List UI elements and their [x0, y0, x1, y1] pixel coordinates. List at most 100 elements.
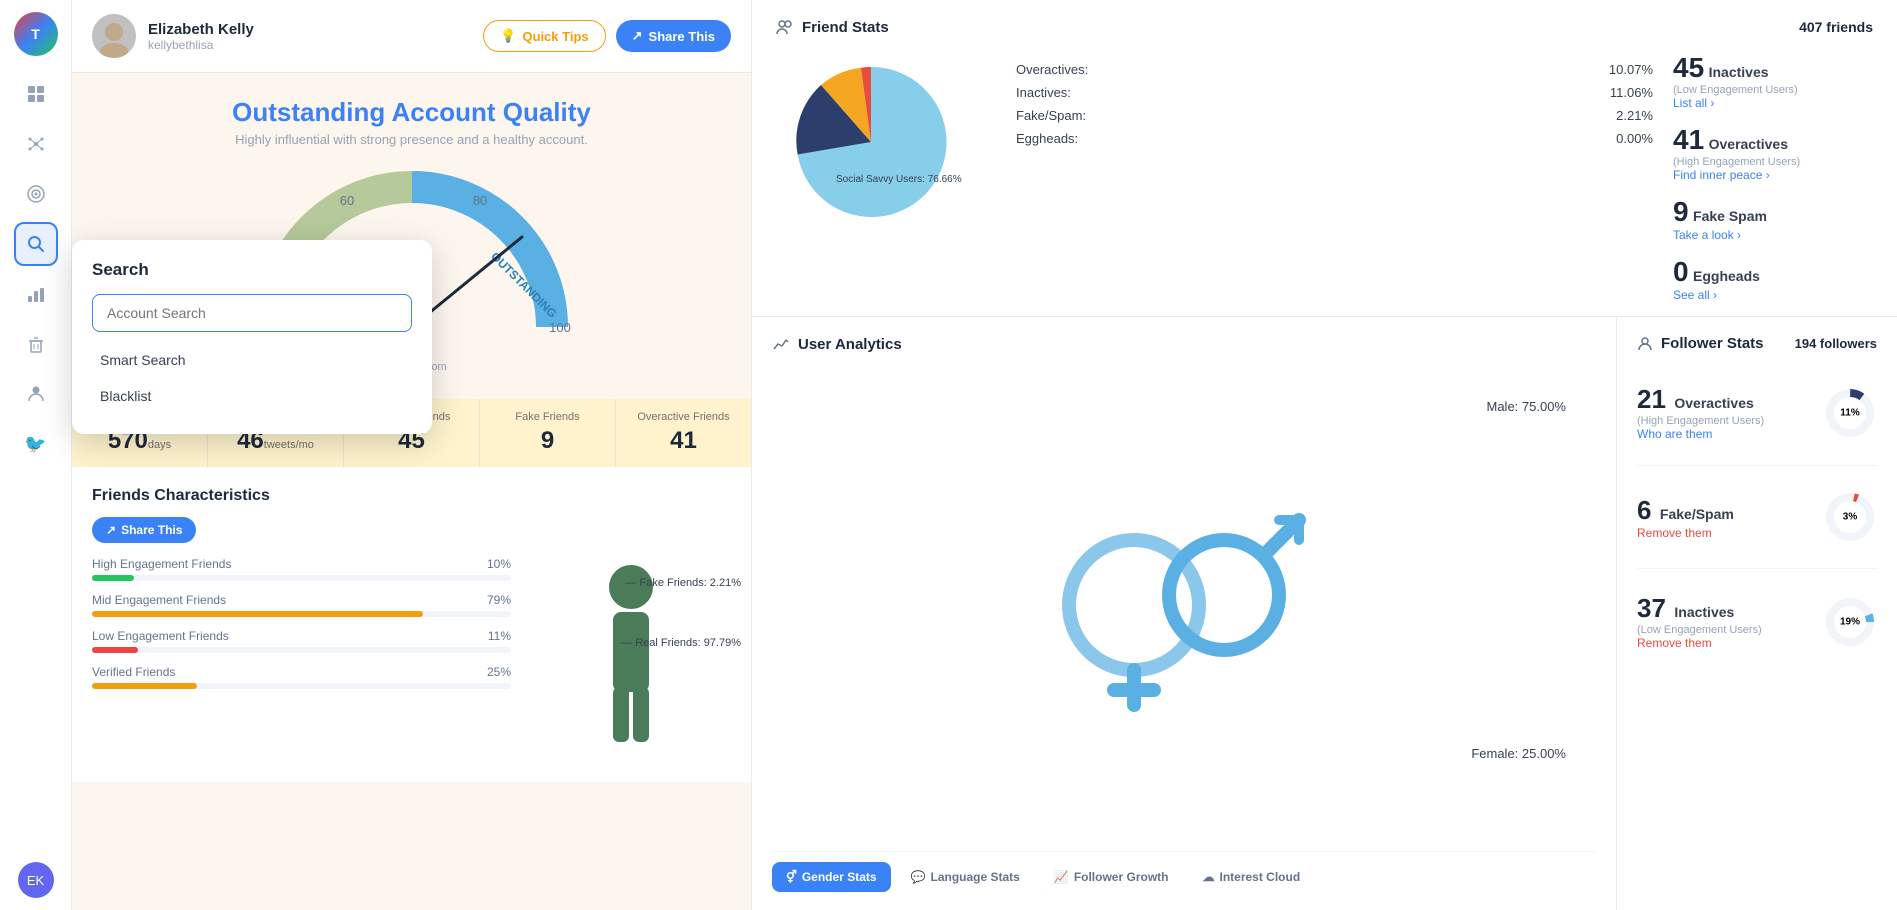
sidebar-item-trash[interactable]	[14, 322, 58, 366]
sidebar-item-search[interactable]	[14, 222, 58, 266]
female-pct-label: Female: 25.00%	[1471, 746, 1566, 761]
share-label-friends: Share This	[121, 523, 182, 537]
stat-card-inactives: 45 Inactives (Low Engagement Users) List…	[1673, 52, 1873, 110]
bar-fill-high	[92, 575, 134, 581]
sidebar-item-dashboard[interactable]	[14, 72, 58, 116]
user-avatar-sidebar[interactable]: EK	[18, 862, 54, 898]
search-option-smart[interactable]: Smart Search	[92, 342, 412, 378]
share-icon-friends: ↗	[106, 523, 116, 537]
bar-label-verified: Verified Friends	[92, 665, 175, 679]
analytics-icon	[772, 335, 790, 353]
quick-tips-button[interactable]: 💡 Quick Tips	[483, 20, 605, 52]
stat-sub-inactives: (Low Engagement Users)	[1673, 84, 1873, 96]
friends-title: Friends Characteristics	[92, 487, 731, 505]
user-info: Elizabeth Kelly kellybethlisa	[148, 21, 471, 52]
male-pct-label: Male: 75.00%	[1487, 399, 1567, 414]
annotation-real: — Real Friends: 97.79%	[621, 637, 741, 649]
analytics-tabs: ⚥ Gender Stats 💬 Language Stats 📈 Follow…	[772, 851, 1596, 892]
stat-link-eggheads[interactable]: See all ›	[1673, 288, 1873, 302]
search-option-blacklist[interactable]: Blacklist	[92, 378, 412, 414]
follower-info-overactives: 21 Overactives (High Engagement Users) W…	[1637, 384, 1823, 441]
follower-stats-section: Follower Stats 194 followers 21 Overacti…	[1617, 317, 1897, 910]
stat-card-overactives: 41 Overactives (High Engagement Users) F…	[1673, 124, 1873, 182]
follower-link-inactives[interactable]: Remove them	[1637, 636, 1823, 650]
quality-title: Outstanding Account Quality	[92, 97, 731, 128]
svg-text:80: 80	[472, 193, 486, 208]
follower-stats-header: Follower Stats 194 followers	[1637, 335, 1877, 352]
stat-type-eggheads: Eggheads	[1693, 268, 1760, 284]
bar-row-high: High Engagement Friends 10%	[92, 557, 511, 581]
bar-pct-low: 11%	[488, 629, 511, 643]
stat-card-overactive: Overactive Friends 41	[616, 399, 751, 467]
bar-row-mid: Mid Engagement Friends 79%	[92, 593, 511, 617]
trash-icon	[26, 334, 46, 354]
sidebar: T 🐦 EK	[0, 0, 72, 910]
stat-link-fakespam[interactable]: Take a look ›	[1673, 228, 1873, 242]
svg-text:60: 60	[339, 193, 353, 208]
person-icon	[26, 384, 46, 404]
bar-track-mid	[92, 611, 511, 617]
right-panel: Friend Stats 407 friends	[752, 0, 1897, 910]
user-handle: kellybethlisa	[148, 38, 471, 52]
mini-chart-inactives: 19%	[1823, 595, 1877, 649]
growth-icon: 📈	[1054, 870, 1069, 884]
lightbulb-icon: 💡	[500, 28, 516, 44]
sidebar-item-charts[interactable]	[14, 272, 58, 316]
legend-eggheads: Eggheads: 0.00%	[1016, 131, 1653, 146]
search-dropdown: Search Smart Search Blacklist	[72, 240, 432, 434]
follower-icon	[1637, 336, 1653, 352]
header-actions: 💡 Quick Tips ↗ Share This	[483, 20, 731, 52]
follower-link-fakespam[interactable]: Remove them	[1637, 526, 1823, 540]
bar-label-high: High Engagement Friends	[92, 557, 231, 571]
cloud-icon: ☁	[1202, 870, 1214, 884]
donut-label-overactives: 11%	[1840, 407, 1859, 418]
bar-row-low: Low Engagement Friends 11%	[92, 629, 511, 653]
bar-chart-icon	[26, 284, 46, 304]
network-icon	[26, 134, 46, 154]
follower-stats-label: Follower Stats	[1661, 335, 1764, 352]
sidebar-item-target[interactable]	[14, 172, 58, 216]
tab-gender-stats[interactable]: ⚥ Gender Stats	[772, 862, 891, 892]
sidebar-item-network[interactable]	[14, 122, 58, 166]
tab-follower-growth[interactable]: 📈 Follower Growth	[1040, 862, 1183, 892]
bar-fill-mid	[92, 611, 423, 617]
analytics-title-label: User Analytics	[798, 336, 902, 353]
follower-num-overactives: 21	[1637, 384, 1666, 414]
gender-icon: ⚥	[786, 870, 797, 884]
share-this-button-friends[interactable]: ↗ Share This	[92, 517, 196, 543]
bar-label-low: Low Engagement Friends	[92, 629, 229, 643]
bar-row-verified: Verified Friends 25%	[92, 665, 511, 689]
stat-link-overactives[interactable]: Find inner peace ›	[1673, 168, 1873, 182]
stat-num-fakespam: 9	[1673, 196, 1689, 227]
human-figure-area: — Fake Friends: 2.21% — Real Friends: 97…	[531, 557, 731, 762]
account-search-input[interactable]	[92, 294, 412, 332]
stat-label-fake: Fake Friends	[490, 411, 605, 423]
tab-language-stats[interactable]: 💬 Language Stats	[897, 862, 1034, 892]
search-icon	[26, 234, 46, 254]
friends-content: High Engagement Friends 10% Mid Engageme…	[92, 557, 731, 762]
tab-interest-cloud[interactable]: ☁ Interest Cloud	[1188, 862, 1314, 892]
legend-inactives: Inactives: 11.06%	[1016, 85, 1653, 100]
sidebar-item-twitter[interactable]: 🐦	[14, 422, 58, 466]
friends-icon	[776, 18, 794, 36]
share-this-label-header: Share This	[649, 29, 715, 44]
app-logo[interactable]: T	[14, 12, 58, 56]
bar-track-verified	[92, 683, 511, 689]
sidebar-item-users[interactable]	[14, 372, 58, 416]
stat-card-eggheads: 0 Eggheads See all ›	[1673, 256, 1873, 302]
follower-type-overactives: Overactives	[1674, 395, 1753, 411]
follower-link-overactives[interactable]: Who are them	[1637, 427, 1823, 441]
friend-stats-count: 407 friends	[1799, 19, 1873, 35]
legend-value-eggheads: 0.00%	[1616, 131, 1653, 146]
left-panel: Elizabeth Kelly kellybethlisa 💡 Quick Ti…	[72, 0, 752, 910]
stat-num-overactives: 41	[1673, 124, 1704, 155]
bar-pct-verified: 25%	[487, 665, 511, 679]
share-this-button-header[interactable]: ↗ Share This	[616, 20, 731, 52]
language-icon: 💬	[911, 870, 926, 884]
search-dropdown-title: Search	[92, 260, 412, 280]
main-content: Elizabeth Kelly kellybethlisa 💡 Quick Ti…	[72, 0, 1897, 910]
stat-link-inactives[interactable]: List all ›	[1673, 96, 1873, 110]
panel-header: Elizabeth Kelly kellybethlisa 💡 Quick Ti…	[72, 0, 751, 73]
twitter-icon: 🐦	[24, 434, 46, 455]
friend-stats-pie: Social Savvy Users: 76.66%	[776, 52, 976, 227]
